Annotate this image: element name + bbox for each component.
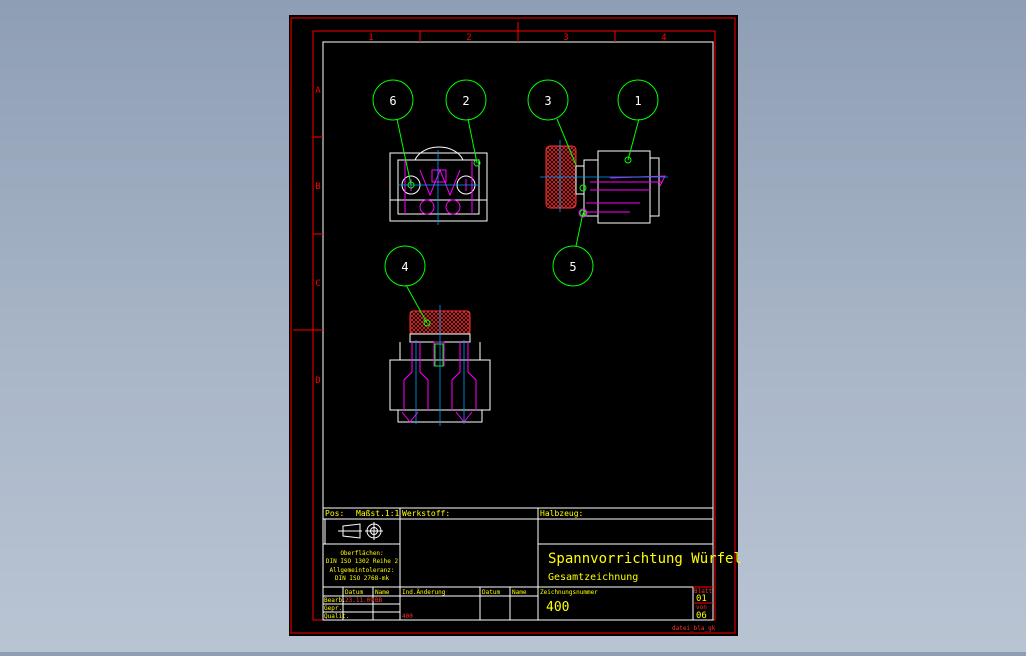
pos-label: Pos: [325, 509, 344, 518]
cad-viewport[interactable]: 1 2 3 4 A B C D 6 2 3 1 4 5 Pos: Maßst.1… [0, 0, 1026, 652]
drawing-sheet [289, 15, 738, 636]
semi-finished-label: Halbzeug: [540, 509, 583, 518]
scale-label: Maßst.1:1 [356, 509, 400, 518]
balloon-6-label: 6 [389, 94, 396, 108]
column-label-3: 3 [563, 33, 568, 43]
drawing-subtitle: Gesamtzeichnung [548, 572, 638, 583]
row-label-c: C [315, 279, 320, 289]
balloon-3-label: 3 [544, 94, 551, 108]
file-name: datei_bla_gk [672, 625, 716, 632]
row-label-d: D [315, 376, 320, 386]
surface-label: Oberflächen: [340, 550, 383, 557]
total-sheets-value: 06 [696, 611, 707, 621]
material-label: Werkstoff: [402, 509, 450, 518]
column-label-1: 1 [368, 33, 373, 43]
surface-standard: DIN ISO 1302 Reihe 2 [326, 558, 399, 565]
drawing-title: Spannvorrichtung Würfel [548, 551, 742, 567]
drawing-number: 400 [546, 600, 569, 615]
date-header-2: Datum [482, 589, 500, 596]
column-label-2: 2 [466, 33, 471, 43]
drawing-canvas[interactable]: 1 2 3 4 A B C D 6 2 3 1 4 5 Pos: Maßst.1… [0, 0, 1026, 652]
row-label-a: A [315, 86, 321, 96]
column-label-4: 4 [661, 33, 666, 43]
date-header: Datum [345, 589, 363, 596]
bearb-name: BB [375, 597, 383, 604]
balloon-1-label: 1 [634, 94, 641, 108]
drawing-number-label: Zeichnungsnummer [540, 589, 598, 596]
row-label-quali: Qualit. [324, 613, 349, 620]
sheet-value: 01 [696, 594, 707, 604]
of-label: von [696, 604, 707, 611]
bearb-date: 23.11.09 [345, 597, 374, 604]
balloon-4-label: 4 [401, 260, 408, 274]
change-header: Ind.Änderung [402, 589, 446, 596]
row-label-b: B [315, 182, 320, 192]
tolerance-label: Allgemeintoleranz: [329, 567, 394, 574]
row-label-gepr: Gepr. [324, 605, 342, 612]
balloon-5-label: 5 [569, 260, 576, 274]
name-header: Name [375, 589, 390, 596]
tolerance-standard: DIN ISO 2768-mk [335, 575, 390, 582]
change-index: 400 [402, 613, 413, 620]
row-label-bearb: Bearb. [324, 597, 346, 604]
balloon-2-label: 2 [462, 94, 469, 108]
name-header-2: Name [512, 589, 527, 596]
